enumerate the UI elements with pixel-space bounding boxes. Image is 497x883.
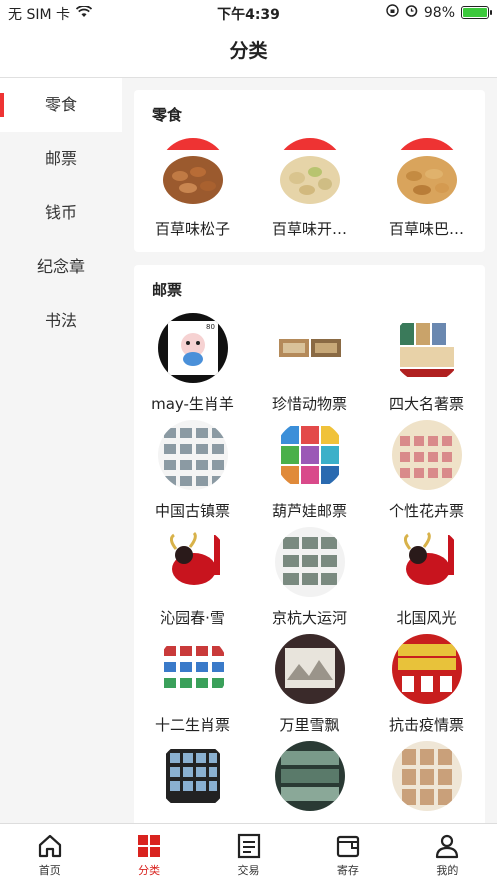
- product-item[interactable]: [134, 741, 251, 821]
- product-item[interactable]: 个性花卉票: [368, 420, 485, 521]
- sidebar-item-stamps[interactable]: 邮票: [0, 132, 122, 186]
- product-label: 百草味巴…: [388, 220, 464, 238]
- product-item[interactable]: 百草味巴…: [368, 138, 485, 239]
- sidebar-item-calligraphy[interactable]: 书法: [0, 294, 122, 348]
- product-item[interactable]: [368, 741, 485, 821]
- product-label: 个性花卉票: [388, 502, 464, 520]
- product-item[interactable]: 葫芦娃邮票: [251, 420, 368, 521]
- status-bar: 无 SIM 卡 下午4:39 98%: [0, 0, 497, 26]
- nav-bar: 分类: [0, 26, 497, 78]
- tab-label: 首页: [38, 864, 61, 877]
- classics-stamp-image: [391, 313, 462, 383]
- pistachio-image: [274, 138, 345, 208]
- product-label: 抗击疫情票: [388, 716, 464, 734]
- product-item[interactable]: 80 may-生肖羊: [134, 313, 251, 414]
- page-title: 分类: [229, 40, 268, 62]
- alarm-icon: [405, 4, 418, 21]
- mountain-stamp-image: [274, 741, 345, 811]
- product-item[interactable]: 百草味松子: [134, 138, 251, 239]
- product-item[interactable]: 四大名著票: [368, 313, 485, 414]
- section-card-snacks: 零食 百草味松子 百草味开… 百草味巴…: [134, 90, 485, 252]
- tab-home[interactable]: 首页: [0, 824, 99, 883]
- calabash-stamp-image: [274, 420, 345, 490]
- product-label: 百草味松子: [154, 220, 230, 238]
- sidebar-item-label: 书法: [44, 311, 77, 330]
- product-item[interactable]: 沁园春·雪: [134, 527, 251, 628]
- wallet-icon: [336, 835, 360, 858]
- product-item[interactable]: 中国古镇票: [134, 420, 251, 521]
- product-label: 百草味开…: [271, 220, 347, 238]
- product-item[interactable]: 万里雪飘: [251, 634, 368, 735]
- sidebar-item-label: 钱币: [44, 203, 77, 222]
- battery-percent: 98%: [423, 4, 455, 21]
- tab-label: 我的: [436, 864, 459, 877]
- animal-stamp-image: [274, 313, 345, 383]
- sidebar-item-label: 零食: [44, 95, 77, 114]
- tab-bar: 首页 分类 交易 寄存 我的: [0, 823, 497, 883]
- sheep-stamp-image: 80: [157, 313, 228, 383]
- user-icon: [436, 834, 459, 859]
- canal-stamp-image: [274, 527, 345, 597]
- tab-label: 交易: [237, 864, 260, 877]
- product-label: 葫芦娃邮票: [271, 502, 347, 520]
- category-sidebar: 零食 邮票 钱币 纪念章 书法: [0, 78, 122, 823]
- product-label: 十二生肖票: [154, 716, 230, 734]
- tab-mine[interactable]: 我的: [398, 824, 497, 883]
- battery-icon: [461, 6, 492, 19]
- sidebar-item-label: 纪念章: [36, 257, 85, 276]
- tab-label: 分类: [138, 864, 161, 877]
- category-icon: [138, 835, 161, 857]
- ox-stamp-image: [391, 527, 462, 597]
- product-item[interactable]: [251, 741, 368, 821]
- town-stamp-image: [157, 420, 228, 490]
- tab-category[interactable]: 分类: [99, 824, 198, 883]
- section-card-stamps: 邮票 80 may-生肖羊 珍惜动物票 四大名著票 中国古镇票 葫芦娃邮票 个性…: [134, 265, 485, 823]
- product-item[interactable]: 百草味开…: [251, 138, 368, 239]
- product-label: may-生肖羊: [151, 395, 234, 413]
- product-label: 北国风光: [396, 609, 457, 627]
- sidebar-item-medals[interactable]: 纪念章: [0, 240, 122, 294]
- nuts-image: [157, 138, 228, 208]
- product-item[interactable]: 北国风光: [368, 527, 485, 628]
- snow-stamp-image: [274, 634, 345, 704]
- svg-text:80: 80: [206, 323, 215, 331]
- tab-trade[interactable]: 交易: [199, 824, 298, 883]
- stamp-sheet-image: [157, 741, 228, 811]
- product-label: 珍惜动物票: [271, 395, 347, 413]
- ox-stamp-image: [157, 527, 228, 597]
- product-item[interactable]: 珍惜动物票: [251, 313, 368, 414]
- product-label: 万里雪飘: [279, 716, 340, 734]
- epidemic-stamp-image: [391, 634, 462, 704]
- category-content: 零食 百草味松子 百草味开… 百草味巴… 邮票 80 may-生肖羊 珍惜动物票…: [122, 78, 497, 823]
- product-label: 四大名著票: [388, 395, 464, 413]
- product-item[interactable]: 京杭大运河: [251, 527, 368, 628]
- tab-label: 寄存: [336, 864, 359, 877]
- sidebar-item-coins[interactable]: 钱币: [0, 186, 122, 240]
- trade-icon: [237, 833, 260, 859]
- product-label: 沁园春·雪: [160, 609, 225, 627]
- zodiac-stamp-image: [157, 634, 228, 704]
- orientation-lock-icon: [386, 4, 399, 21]
- section-title: 零食: [152, 106, 183, 124]
- product-item[interactable]: 抗击疫情票: [368, 634, 485, 735]
- sidebar-item-label: 邮票: [44, 149, 77, 168]
- flower-stamp-image: [391, 420, 462, 490]
- product-label: 中国古镇票: [154, 502, 230, 520]
- product-label: 京杭大运河: [271, 609, 347, 627]
- figure-stamp-image: [391, 741, 462, 811]
- almond-image: [391, 138, 462, 208]
- home-icon: [38, 834, 61, 858]
- tab-storage[interactable]: 寄存: [298, 824, 397, 883]
- section-title: 邮票: [152, 281, 183, 299]
- sidebar-item-snacks[interactable]: 零食: [0, 78, 122, 132]
- product-item[interactable]: 十二生肖票: [134, 634, 251, 735]
